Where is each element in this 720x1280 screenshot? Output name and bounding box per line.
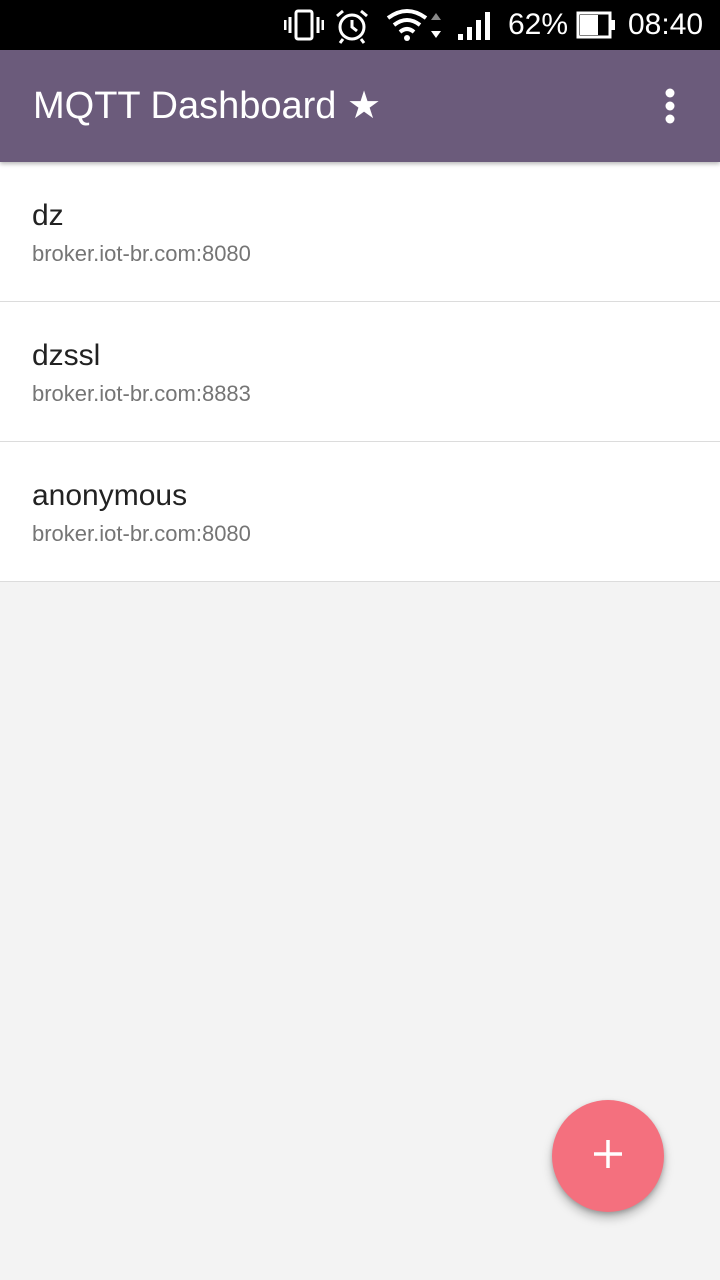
signal-icon bbox=[456, 8, 494, 47]
connection-name: dzssl bbox=[32, 339, 101, 372]
connection-host: broker.iot-br.com:8883 bbox=[32, 381, 251, 406]
plus-icon bbox=[593, 1139, 623, 1174]
connection-host: broker.iot-br.com:8080 bbox=[32, 241, 251, 266]
app-bar: MQTT Dashboard ★ bbox=[0, 50, 720, 162]
clock: 08:40 bbox=[628, 8, 704, 41]
connection-name: dz bbox=[32, 199, 64, 232]
app-title: MQTT Dashboard ★ bbox=[33, 85, 382, 127]
list-item[interactable]: dz broker.iot-br.com:8080 bbox=[0, 162, 720, 302]
list-item[interactable]: dzssl broker.iot-br.com:8883 bbox=[0, 302, 720, 442]
vibrate-icon bbox=[283, 8, 325, 47]
list-item[interactable]: anonymous broker.iot-br.com:8080 bbox=[0, 442, 720, 582]
overflow-menu-button[interactable] bbox=[642, 80, 698, 136]
more-vert-icon bbox=[664, 88, 676, 129]
connection-list: dz broker.iot-br.com:8080 dzssl broker.i… bbox=[0, 162, 720, 582]
connection-name: anonymous bbox=[32, 479, 188, 512]
alarm-icon bbox=[334, 8, 370, 49]
add-connection-button[interactable] bbox=[552, 1100, 664, 1212]
battery-percentage: 62% bbox=[508, 8, 569, 41]
connection-host: broker.iot-br.com:8080 bbox=[32, 521, 251, 546]
wifi-icon bbox=[386, 8, 444, 47]
battery-icon bbox=[576, 8, 616, 47]
status-bar: 62% 08:40 bbox=[0, 0, 720, 50]
